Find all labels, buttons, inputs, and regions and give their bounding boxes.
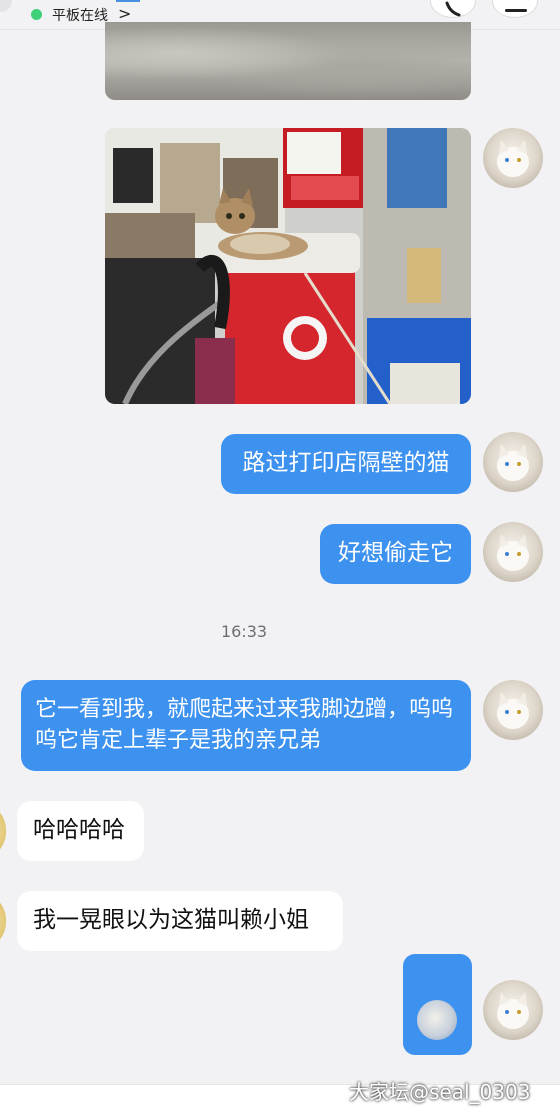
- message-bubble-incoming[interactable]: 我一晃眼以为这猫叫赖小姐: [17, 891, 343, 951]
- chevron-right-icon[interactable]: >: [118, 4, 131, 23]
- online-status-text[interactable]: 平板在线: [52, 5, 108, 25]
- watermark-text: 大家坛@seal_0303: [349, 1080, 531, 1104]
- avatar-self[interactable]: [483, 522, 543, 582]
- message-bubble-outgoing[interactable]: 好想偷走它: [320, 524, 471, 584]
- avatar-self[interactable]: [483, 680, 543, 740]
- avatar-self[interactable]: [483, 128, 543, 188]
- sticker-message[interactable]: [403, 954, 472, 1055]
- chat-image-cat[interactable]: [105, 128, 471, 404]
- avatar-contact[interactable]: [0, 892, 6, 950]
- menu-icon: [505, 9, 527, 12]
- menu-button[interactable]: [492, 0, 538, 18]
- message-bubble-outgoing[interactable]: 路过打印店隔壁的猫: [221, 434, 471, 494]
- call-button[interactable]: [430, 0, 476, 18]
- avatar-contact[interactable]: [0, 802, 6, 860]
- tab-indicator: [116, 0, 140, 2]
- message-timestamp: 16:33: [220, 622, 268, 641]
- message-bubble-incoming[interactable]: 哈哈哈哈: [17, 801, 144, 861]
- message-bubble-outgoing[interactable]: 它一看到我，就爬起来过来我脚边蹭，呜呜呜它肯定上辈子是我的亲兄弟: [21, 680, 471, 771]
- phone-icon: [445, 1, 461, 17]
- sticker-icon: [417, 1000, 457, 1040]
- back-button[interactable]: [0, 0, 12, 12]
- avatar-self[interactable]: [483, 980, 543, 1040]
- online-status-dot: [31, 9, 42, 20]
- chat-image-street[interactable]: [105, 22, 471, 100]
- avatar-self[interactable]: [483, 432, 543, 492]
